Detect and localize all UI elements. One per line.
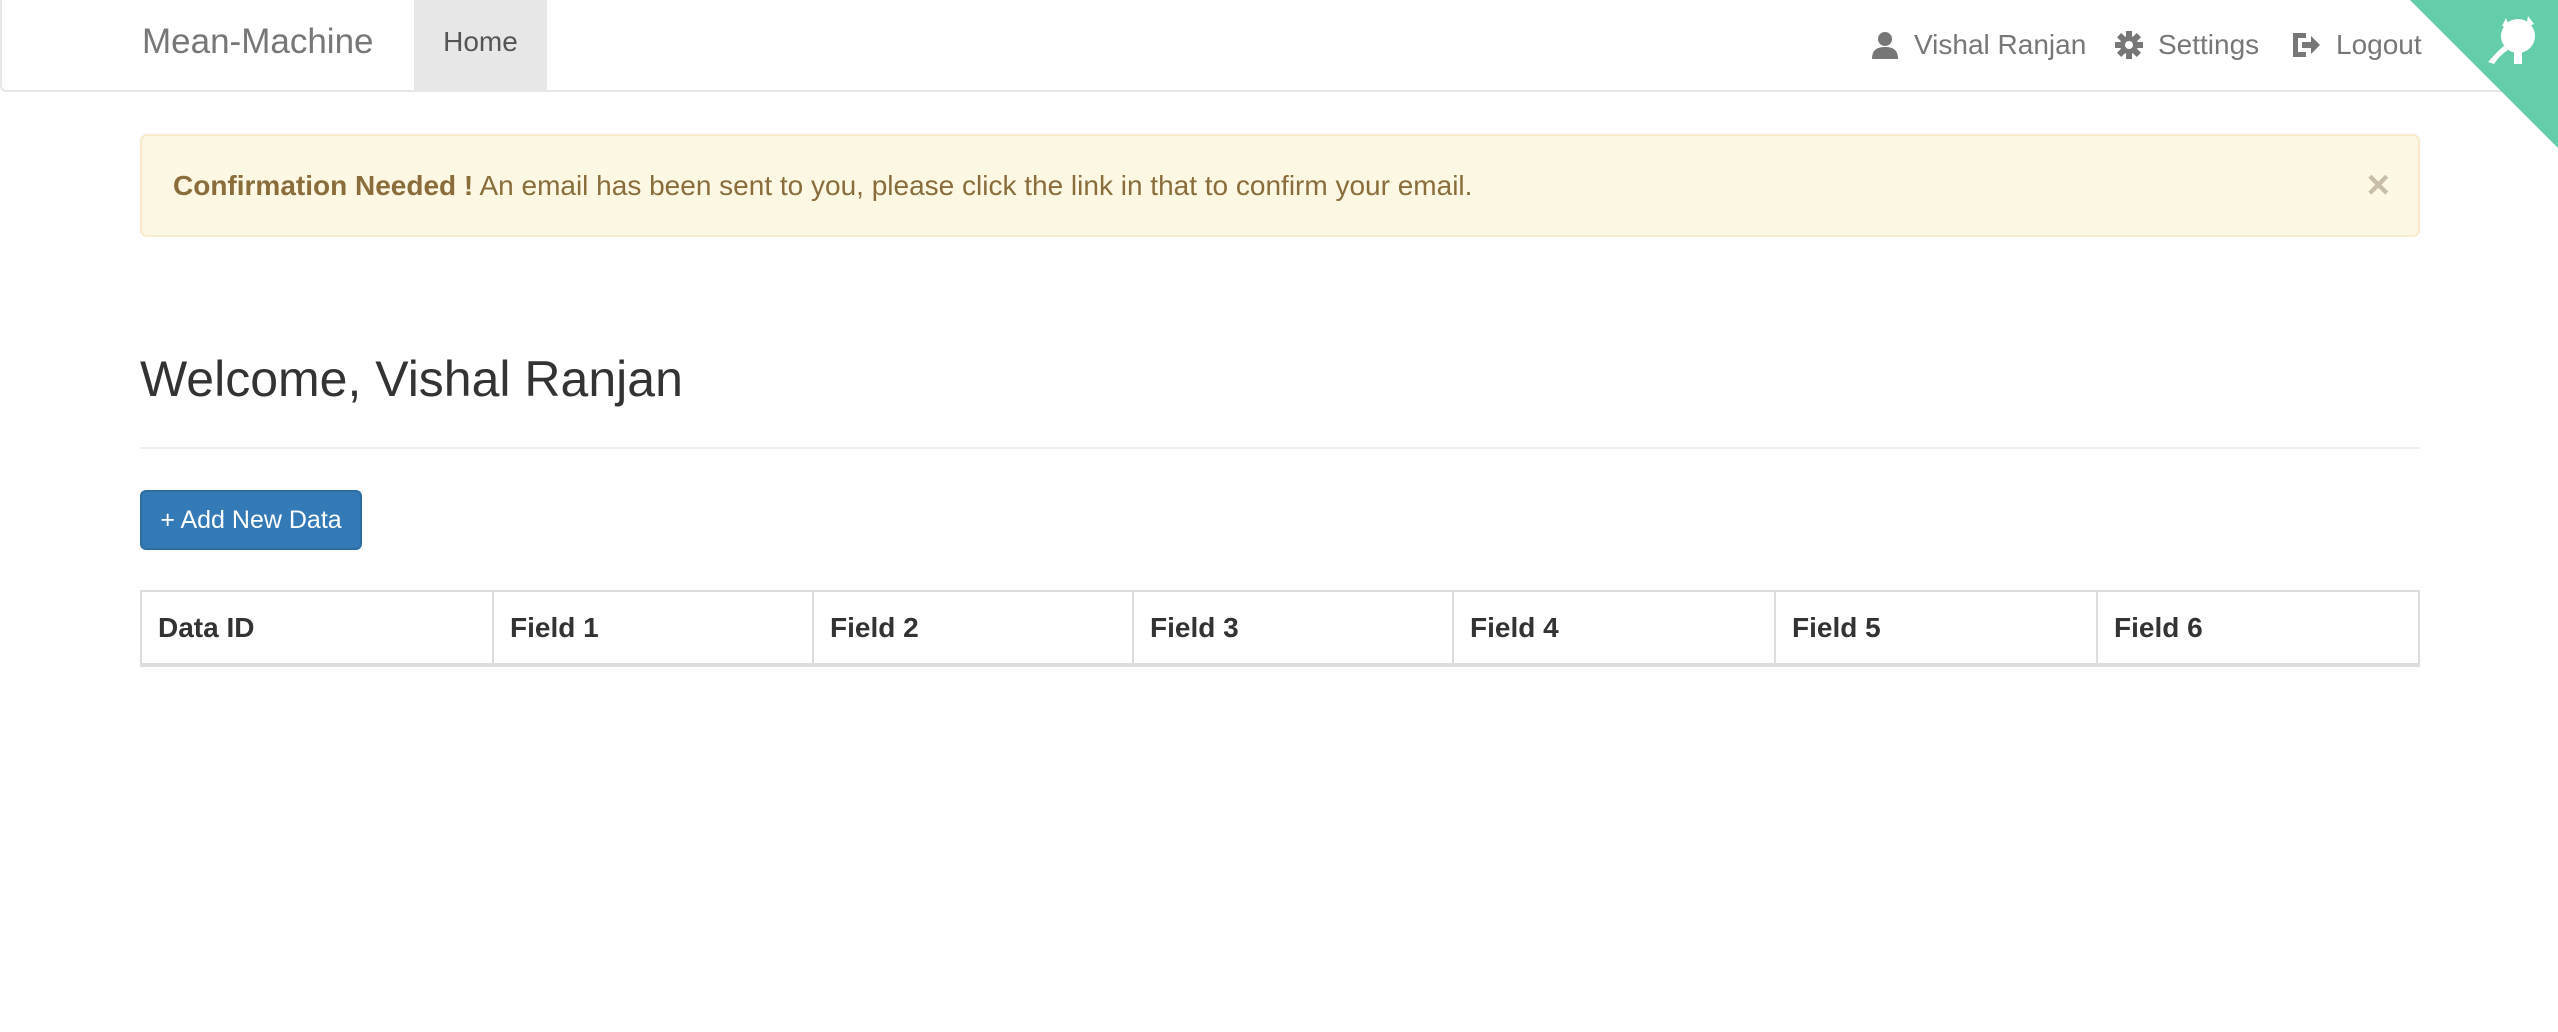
column-header-data-id[interactable]: Data ID [142,592,494,663]
gear-icon [2114,30,2144,60]
user-name-label: Vishal Ranjan [1914,29,2087,60]
column-header-field-5[interactable]: Field 5 [1776,592,2098,663]
column-header-field-4[interactable]: Field 4 [1454,592,1776,663]
alert-message: An email has been sent to you, please cl… [473,170,1473,201]
confirmation-alert: Confirmation Needed ! An email has been … [140,134,2420,237]
column-header-field-2[interactable]: Field 2 [814,592,1134,663]
nav-home-tab[interactable]: Home [414,0,547,90]
close-icon[interactable]: × [2367,136,2390,235]
page-title: Welcome, Vishal Ranjan [140,351,683,407]
add-new-data-button[interactable]: + Add New Data [140,490,362,550]
nav-user-link[interactable]: Vishal Ranjan [1870,0,2086,90]
logout-icon [2290,30,2322,60]
column-header-field-1[interactable]: Field 1 [494,592,814,663]
column-header-field-3[interactable]: Field 3 [1134,592,1454,663]
settings-label: Settings [2158,29,2260,60]
nav-settings-link[interactable]: Settings [2114,0,2259,90]
data-table: Data ID Field 1 Field 2 Field 3 Field 4 … [140,590,2420,667]
alert-title: Confirmation Needed ! [173,170,474,201]
github-octocat-icon [2410,0,2558,148]
user-icon [1870,30,1900,60]
logout-label: Logout [2336,29,2422,60]
github-corner[interactable] [2410,0,2558,148]
top-navbar: Mean-Machine Home Vishal Ranjan Settings… [0,0,2556,92]
divider [140,447,2420,449]
column-header-field-6[interactable]: Field 6 [2098,592,2418,663]
brand-link[interactable]: Mean-Machine [142,0,374,92]
nav-logout-link[interactable]: Logout [2290,0,2422,90]
